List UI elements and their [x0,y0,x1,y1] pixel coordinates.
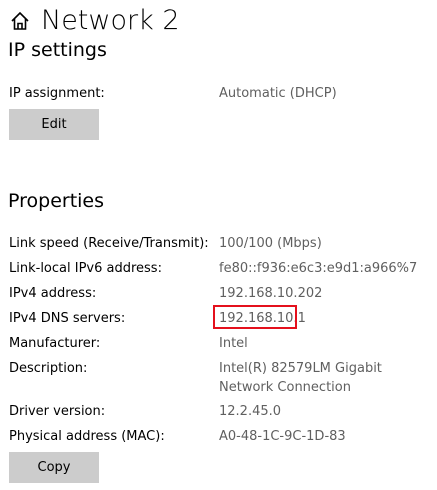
description-value: Intel(R) 82579LM Gigabit Network Connect… [219,361,382,395]
page-title: Network 2 [41,5,180,36]
manufacturer-label: Manufacturer: [9,336,101,351]
ipv6-address-value: fe80::f936:e6c3:e9d1:a966%7 [219,261,418,276]
ip-assignment-label: IP assignment: [9,86,105,101]
description-label: Description: [9,361,88,376]
manufacturer-value: Intel [219,336,248,351]
ipv4-address-value: 192.168.10.202 [219,286,323,301]
mac-address-value: A0-48-1C-9C-1D-83 [219,429,346,444]
home-icon[interactable] [9,10,31,32]
ip-settings-heading: IP settings [8,39,107,60]
ip-assignment-value: Automatic (DHCP) [219,86,337,101]
mac-address-label: Physical address (MAC): [9,429,165,444]
copy-button[interactable]: Copy [9,452,99,483]
dns-highlight-box [213,305,297,329]
edit-button[interactable]: Edit [9,109,99,140]
link-speed-label: Link speed (Receive/Transmit): [9,236,209,251]
driver-version-value: 12.2.45.0 [219,404,282,419]
driver-version-label: Driver version: [9,404,106,419]
ipv4-address-label: IPv4 address: [9,286,97,301]
page-header [9,3,31,39]
properties-heading: Properties [8,190,105,212]
ipv4-dns-label: IPv4 DNS servers: [9,311,126,326]
link-speed-value: 100/100 (Mbps) [219,236,322,251]
ipv6-address-label: Link-local IPv6 address: [9,261,162,276]
